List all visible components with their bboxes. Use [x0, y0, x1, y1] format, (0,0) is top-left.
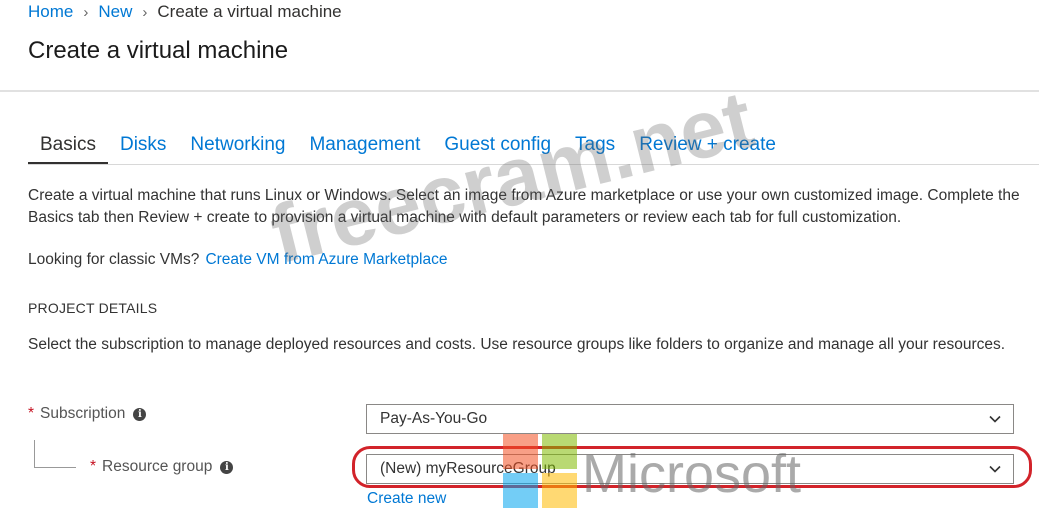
tree-connector-horizontal: [34, 467, 76, 468]
subscription-value: Pay-As-You-Go: [380, 410, 488, 427]
project-details-heading: PROJECT DETAILS: [28, 300, 158, 316]
resource-group-label: Resource group: [102, 458, 213, 475]
info-icon[interactable]: i: [220, 461, 234, 474]
breadcrumb-new-link[interactable]: New: [98, 2, 132, 21]
resource-group-label-row: * Resource group i: [90, 458, 234, 476]
breadcrumb: Home › New › Create a virtual machine: [28, 2, 342, 22]
required-marker: *: [90, 458, 97, 475]
tab-networking[interactable]: Networking: [178, 132, 297, 166]
required-marker: *: [28, 405, 35, 422]
project-details-description: Select the subscription to manage deploy…: [28, 336, 1006, 353]
microsoft-logo: [503, 434, 577, 508]
create-new-link[interactable]: Create new: [367, 490, 446, 508]
info-icon[interactable]: i: [133, 408, 147, 421]
watermark-text: freecram.net: [262, 73, 762, 282]
classic-vms-prompt: Looking for classic VMs?: [28, 251, 200, 268]
subscription-select[interactable]: Pay-As-You-Go: [366, 404, 1014, 434]
chevron-right-icon: ›: [142, 4, 148, 21]
subscription-label: Subscription: [40, 405, 126, 422]
subscription-label-row: * Subscription i: [28, 405, 147, 423]
breadcrumb-current: Create a virtual machine: [157, 2, 342, 21]
tab-basics[interactable]: Basics: [28, 132, 108, 164]
chevron-right-icon: ›: [83, 4, 89, 21]
chevron-down-icon: [989, 415, 1001, 423]
page-title: Create a virtual machine: [28, 37, 289, 64]
tree-connector-vertical: [34, 440, 35, 468]
tab-disks[interactable]: Disks: [108, 132, 178, 166]
microsoft-watermark: Microsoft: [582, 444, 802, 504]
breadcrumb-home-link[interactable]: Home: [28, 2, 73, 21]
header-divider: [0, 90, 1039, 92]
